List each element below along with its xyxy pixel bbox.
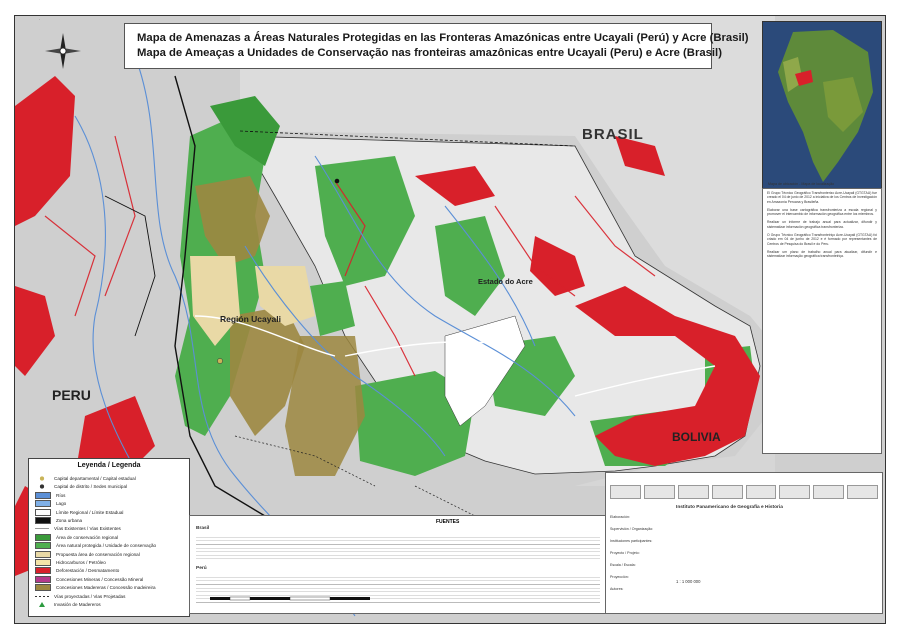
legend-label: Área de conservación regional <box>56 534 119 540</box>
legend-item: Lago <box>35 500 67 508</box>
legend-item: Concesiones Madereras / Concessão madeir… <box>35 584 156 592</box>
legend-swatch <box>35 533 51 541</box>
inset-caption: Mapa de ubicación - Mapa de localização <box>768 182 835 186</box>
departmental-capital-marker[interactable] <box>217 358 223 364</box>
legend-swatch <box>35 508 51 516</box>
sources-text-block <box>196 534 600 562</box>
label-estado-acre: Estado do Acre <box>478 277 533 286</box>
title-panel: Mapa de Amenazas a Áreas Naturales Prote… <box>124 23 749 69</box>
sources-brasil-heading: Brasil <box>196 526 210 531</box>
label-peru: PERU <box>52 387 91 403</box>
legend-swatch <box>35 575 51 583</box>
credits-row-label: Instituciones participantes: <box>610 539 653 543</box>
legend-item: Vías proyectadas / Vias Projetadas <box>35 593 125 600</box>
legend-item: Capital departamental / Capital estadual <box>35 475 136 482</box>
legend-dot-icon <box>35 476 49 481</box>
institution-logo <box>847 485 878 499</box>
label-region-ucayali: Región Ucayali <box>220 314 281 324</box>
legend-title: Leyenda / Legenda <box>77 462 141 469</box>
institution-logo <box>677 485 709 499</box>
legend-label: Área natural protegida / Unidade de cons… <box>56 543 157 549</box>
credits-panel: Instituto Panamericano de Geografía e Hi… <box>605 472 883 614</box>
institution-logos <box>610 485 878 499</box>
institution-logo <box>779 485 811 499</box>
credits-row-label: Escala / Escala: <box>610 563 636 567</box>
description-paragraph: Realizar un informe de trabajo anual par… <box>767 220 877 229</box>
legend-item: Hidrocarburos / Petróleo <box>35 559 106 566</box>
coord-label: · <box>39 17 41 22</box>
legend-label: Zona urbana <box>56 518 83 523</box>
legend-label: Límite Regional / Límite Estadual <box>56 509 124 515</box>
institution-logo <box>643 485 675 499</box>
map-sheet: · Mapa de Amenazas a Áreas Naturales Pro… <box>0 0 900 637</box>
institution-logo <box>711 485 743 499</box>
legend-item: Área de conservación regional <box>35 533 119 541</box>
legend-item: Concesiones Mineras / Concessão Mineral <box>35 575 144 583</box>
institution-logo <box>745 485 777 499</box>
legend-label: Vías Existentes / Vias Existentes <box>54 526 121 532</box>
north-arrow-icon <box>45 33 81 69</box>
legend-label: Capital de distrito / Sedes municipal <box>54 484 128 490</box>
legend-swatch <box>35 567 51 575</box>
map-title-es: Mapa de Amenazas a Áreas Naturales Prote… <box>137 32 749 44</box>
legend-label: Propuesta área de conservación regional <box>56 551 140 557</box>
legend-dot-icon <box>35 484 49 490</box>
legend-item: Área natural protegida / Unidade de cons… <box>35 542 157 550</box>
legend-label: Deforestación / Desmatamento <box>56 568 120 574</box>
credits-row-label: Elaboración: <box>610 515 630 519</box>
description-paragraph: O Grupo Técnico Geográfico Transfronteir… <box>767 233 877 246</box>
legend-label: Concesiones Mineras / Concessão Mineral <box>56 576 144 582</box>
sources-peru-heading: Perú <box>196 566 207 571</box>
legend-triangle-icon <box>39 602 45 607</box>
legend-item: Zona urbana <box>35 517 82 524</box>
legend-swatch <box>35 550 51 558</box>
credits-row-label: Proyecto / Projeto: <box>610 551 640 555</box>
credits-row-label: Supervisión / Organização: <box>610 527 654 531</box>
credits-row-label: Autores: <box>610 587 624 591</box>
legend-swatch <box>35 517 51 524</box>
institution-logo <box>813 485 845 499</box>
scale-bar <box>210 596 370 601</box>
legend-item: Deforestación / Desmatamento <box>35 567 120 575</box>
description-panel: El Grupo Técnico Geográfico Transfronter… <box>762 188 882 454</box>
legend-line-icon <box>35 528 49 530</box>
district-capital-marker[interactable] <box>334 178 340 184</box>
legend-swatch <box>35 491 51 499</box>
credits-scale: 1 : 1 000 000 <box>676 579 701 584</box>
legend-item: Invasión de Madereros <box>35 601 101 608</box>
locator-svg <box>763 22 881 188</box>
description-paragraph: Elaborar una base cartográfica transfron… <box>767 207 877 217</box>
legend-panel: Leyenda / Legenda Capital departamental … <box>28 458 190 617</box>
label-brasil: BRASIL <box>582 126 644 143</box>
legend-label: Vías proyectadas / Vias Projetadas <box>54 593 126 599</box>
legend-label: Concesiones Madereras / Concessão madeir… <box>56 585 156 591</box>
legend-label: Ríos <box>56 492 66 498</box>
sources-title: FUENTES <box>436 519 460 525</box>
legend-swatch <box>35 559 51 566</box>
legend-swatch <box>35 584 51 592</box>
map-title-pt: Mapa de Ameaças a Unidades de Conservaçã… <box>137 47 722 59</box>
legend-item: Ríos <box>35 491 66 499</box>
legend-item: Vías Existentes / Vias Existentes <box>35 525 121 532</box>
locator-inset-map <box>762 21 882 189</box>
legend-label: Invasión de Madereros <box>54 602 101 607</box>
legend-dash-icon <box>35 595 49 597</box>
institution-logo <box>610 485 641 499</box>
legend-label: Capital departamental / Capital estadual <box>54 476 136 481</box>
legend-item: Capital de distrito / Sedes municipal <box>35 483 127 490</box>
legend-swatch <box>35 500 51 508</box>
legend-item: Propuesta área de conservación regional <box>35 550 140 558</box>
legend-label: Hidrocarburos / Petróleo <box>56 560 106 565</box>
legend-item: Límite Regional / Límite Estadual <box>35 508 124 516</box>
label-bolivia: BOLIVIA <box>672 430 721 444</box>
description-paragraph: Realizar um plano de trabalho anual para… <box>767 249 877 259</box>
description-paragraph: El Grupo Técnico Geográfico Transfronter… <box>767 191 877 204</box>
legend-label: Lago <box>56 501 67 507</box>
legend-swatch <box>35 542 51 550</box>
credits-org: Instituto Panamericano de Geografía e Hi… <box>676 505 783 510</box>
credits-row-label: Proyección: <box>610 575 629 579</box>
